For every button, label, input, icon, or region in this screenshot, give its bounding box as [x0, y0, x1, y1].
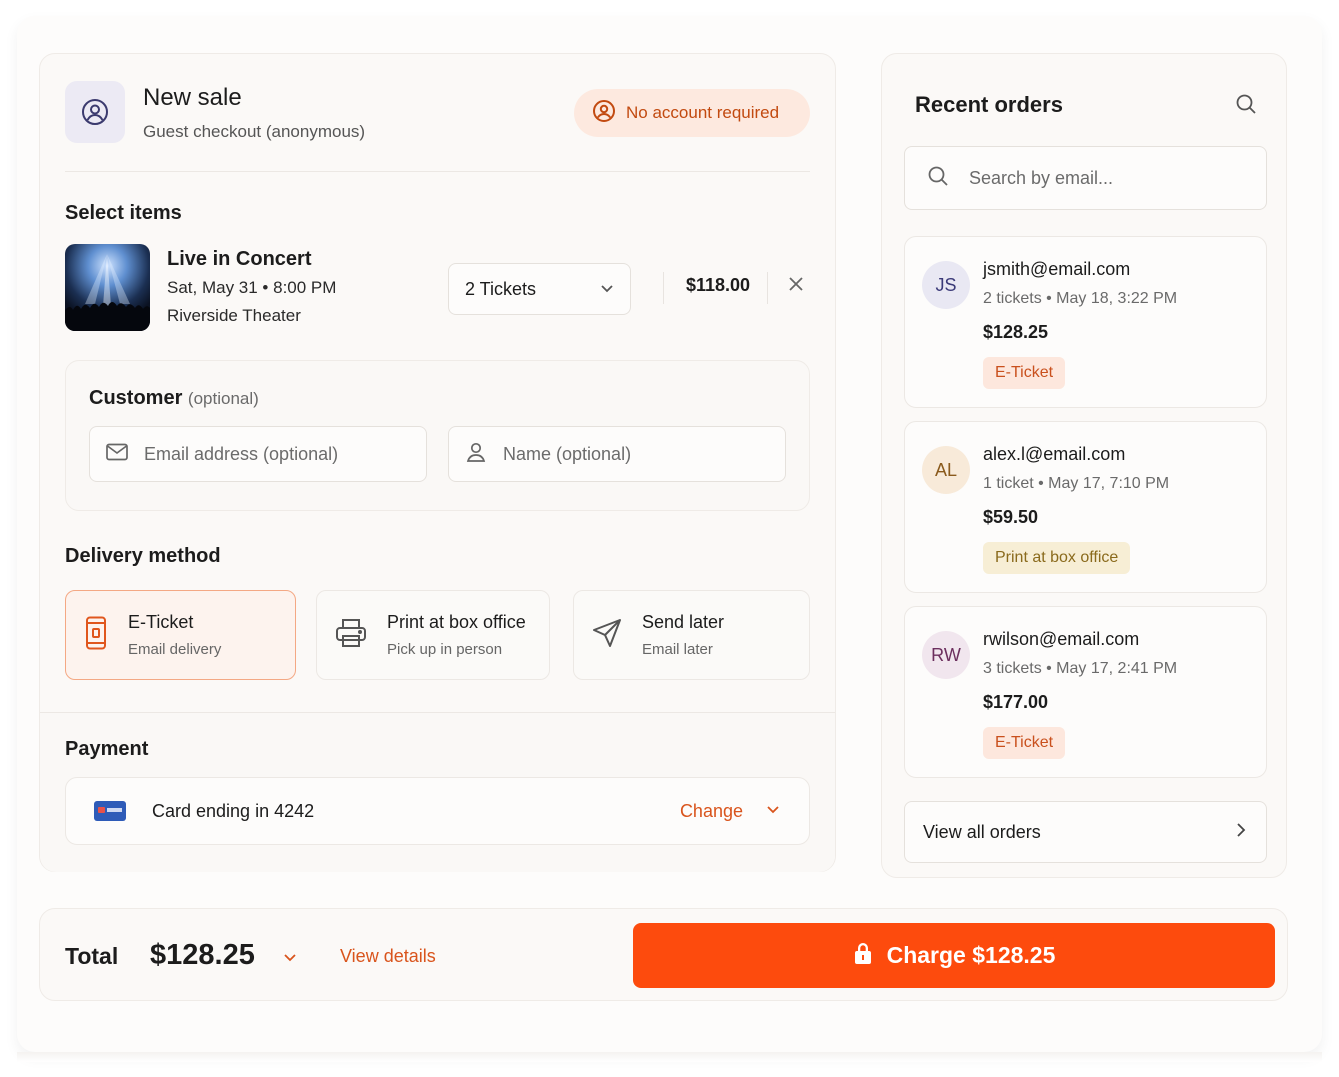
event-name: Live in Concert	[167, 248, 312, 270]
select-items-title: Select items	[65, 202, 182, 224]
print-title: Print at box office	[387, 612, 526, 632]
chevron-down-icon[interactable]	[765, 801, 781, 822]
ticket-quantity-value: 2 Tickets	[465, 278, 537, 299]
price-divider-left	[663, 272, 664, 304]
recent-orders-panel: Recent orders Search by email... JS jsmi…	[881, 53, 1287, 878]
name-placeholder: Name (optional)	[503, 443, 632, 464]
page-title: New sale	[143, 84, 242, 111]
header-divider	[65, 171, 810, 172]
email-field[interactable]: Email address (optional)	[89, 426, 427, 482]
event-venue: Riverside Theater	[167, 306, 301, 325]
ticket-quantity-select[interactable]: 2 Tickets	[448, 263, 631, 315]
charge-button[interactable]: Charge $128.25	[633, 923, 1275, 988]
payment-title: Payment	[65, 738, 149, 760]
send-later-subtitle: Email later	[642, 641, 713, 658]
send-icon	[592, 618, 622, 653]
email-placeholder: Email address (optional)	[144, 443, 339, 464]
view-details-link[interactable]: View details	[340, 946, 436, 967]
guest-user-icon	[65, 81, 125, 143]
eticket-title: E-Ticket	[128, 612, 194, 632]
name-field[interactable]: Name (optional)	[448, 426, 786, 482]
order-card[interactable]: JS jsmith@email.com 2 tickets • May 18, …	[904, 236, 1267, 408]
avatar: RW	[922, 631, 970, 679]
search-icon	[927, 165, 949, 192]
customer-title-label: Customer	[89, 387, 183, 409]
mail-icon	[106, 443, 128, 466]
search-icon[interactable]	[1235, 93, 1257, 120]
change-payment-link[interactable]: Change	[680, 801, 743, 822]
printer-icon	[335, 617, 367, 654]
chevron-down-icon	[600, 279, 614, 300]
search-placeholder: Search by email...	[969, 167, 1114, 188]
total-amount: $128.25	[150, 939, 255, 971]
delivery-option-print[interactable]: Print at box office Pick up in person	[316, 590, 550, 680]
user-icon	[465, 441, 487, 468]
order-email: rwilson@email.com	[983, 629, 1140, 649]
avatar: JS	[922, 261, 970, 309]
order-card[interactable]: RW rwilson@email.com 3 tickets • May 17,…	[904, 606, 1267, 778]
page-subtitle: Guest checkout (anonymous)	[143, 122, 366, 141]
order-meta: 3 tickets • May 17, 2:41 PM	[983, 660, 1178, 677]
canvas-bottom-edge	[17, 1052, 1322, 1062]
delivery-badge: Print at box office	[983, 542, 1131, 574]
concert-thumbnail	[65, 244, 150, 331]
user-circle-icon	[592, 99, 616, 128]
eticket-subtitle: Email delivery	[128, 641, 222, 658]
total-label: Total	[65, 943, 119, 969]
order-amount: $59.50	[983, 507, 1039, 527]
order-email: jsmith@email.com	[983, 259, 1131, 279]
view-all-orders-button[interactable]: View all orders	[904, 801, 1267, 863]
delivery-method-title: Delivery method	[65, 545, 221, 567]
card-label: Card ending in 4242	[152, 800, 315, 821]
customer-title: Customer (optional)	[89, 387, 259, 410]
item-price: $118.00	[686, 275, 751, 295]
delivery-option-eticket[interactable]: E-Ticket Email delivery	[65, 590, 296, 680]
order-search-input[interactable]: Search by email...	[904, 146, 1267, 210]
delivery-option-send-later[interactable]: Send later Email later	[573, 590, 810, 680]
order-meta: 2 tickets • May 18, 3:22 PM	[983, 290, 1178, 307]
order-meta: 1 ticket • May 17, 7:10 PM	[983, 475, 1170, 492]
checkout-footer: Total $128.25 View details Charge $128.2…	[39, 908, 1288, 1001]
order-card[interactable]: AL alex.l@email.com 1 ticket • May 17, 7…	[904, 421, 1267, 593]
no-account-badge: No account required	[574, 89, 810, 137]
charge-label: Charge $128.25	[886, 942, 1056, 968]
delivery-badge: E-Ticket	[983, 357, 1066, 389]
view-all-label: View all orders	[923, 821, 1041, 842]
customer-section: Customer (optional) Email address (optio…	[65, 360, 810, 511]
order-amount: $128.25	[983, 322, 1049, 342]
chevron-down-icon[interactable]	[282, 949, 298, 970]
remove-item-icon[interactable]	[786, 274, 806, 299]
send-later-title: Send later	[642, 612, 725, 632]
chevron-right-icon	[1234, 822, 1248, 843]
lock-icon	[853, 941, 873, 971]
no-account-label: No account required	[626, 103, 780, 122]
recent-orders-title: Recent orders	[915, 92, 1063, 117]
price-divider-right	[767, 272, 768, 304]
delivery-badge: E-Ticket	[983, 727, 1066, 759]
payment-method-row[interactable]: Card ending in 4242 Change	[65, 777, 810, 845]
order-email: alex.l@email.com	[983, 444, 1126, 464]
print-subtitle: Pick up in person	[387, 641, 503, 658]
phone-icon	[84, 616, 108, 655]
order-amount: $177.00	[983, 692, 1049, 712]
customer-title-suffix: (optional)	[187, 389, 259, 408]
event-datetime: Sat, May 31 • 8:00 PM	[167, 278, 337, 297]
new-sale-panel: New sale Guest checkout (anonymous) No a…	[39, 53, 836, 872]
credit-card-icon	[94, 801, 126, 821]
avatar: AL	[922, 446, 970, 494]
